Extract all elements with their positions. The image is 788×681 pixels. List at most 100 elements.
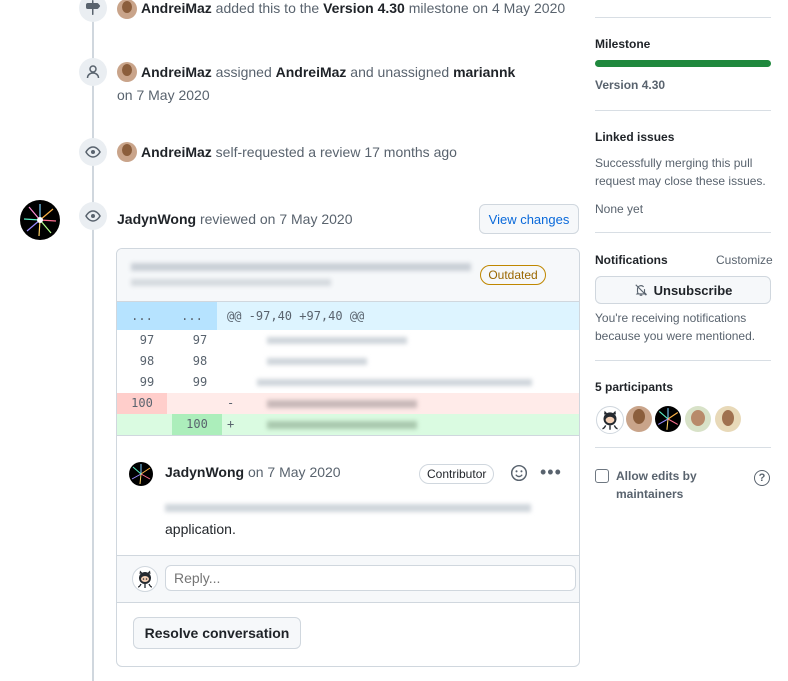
milestone-link[interactable]: Version 4.30 <box>595 78 665 92</box>
linked-issues-description: Successfully merging this pull request m… <box>595 156 766 188</box>
sidebar-divider <box>595 360 771 361</box>
reviewer-link[interactable]: JadynWong <box>117 211 196 227</box>
event-text: milestone on 4 May 2020 <box>404 0 566 16</box>
help-icon[interactable]: ? <box>754 470 770 486</box>
review-thread: Outdated ... ... @@ -97,40 +97,40 @@ 97 … <box>116 248 580 667</box>
review-badge <box>79 202 107 230</box>
comment-header: JadynWong on 7 May 2020 <box>165 464 341 480</box>
notifications-reason: You're receiving notifications because y… <box>595 311 756 343</box>
diff-line: 98 98 <box>117 351 579 372</box>
hunk-header: ... ... @@ -97,40 +97,40 @@ <box>117 302 579 330</box>
assignee-link[interactable]: AndreiMaz <box>276 64 347 80</box>
reviewer-avatar-image <box>23 204 57 237</box>
participant-avatar[interactable] <box>626 406 652 432</box>
code-redacted <box>267 400 417 408</box>
review-request-badge <box>79 138 107 166</box>
hunk-range: @@ -97,40 +97,40 @@ <box>227 309 365 323</box>
diff-sign: + <box>227 417 235 431</box>
diff-sign: - <box>227 396 235 410</box>
review-request-text: AndreiMaz self-requested a review 17 mon… <box>141 144 457 160</box>
event-text: reviewed on 7 May 2020 <box>196 211 353 227</box>
milestone-event-badge <box>79 0 107 22</box>
assign-event-date: on 7 May 2020 <box>117 87 210 103</box>
review-comment: JadynWong on 7 May 2020 Contributor ••• … <box>117 435 579 556</box>
hunk-expand-old[interactable]: ... <box>117 302 167 330</box>
unsubscribe-label: Unsubscribe <box>653 282 733 298</box>
reply-bar <box>117 555 579 603</box>
unassigned-link[interactable]: mariannk <box>453 64 515 80</box>
octocat-icon <box>137 570 153 588</box>
old-line-number[interactable]: 99 <box>122 372 172 393</box>
contributor-label: Contributor <box>419 464 495 484</box>
actor-link[interactable]: AndreiMaz <box>141 144 212 160</box>
assign-event-text: AndreiMaz assigned AndreiMaz and unassig… <box>141 64 515 80</box>
assign-event-badge <box>79 58 107 86</box>
file-header: Outdated <box>117 249 579 302</box>
eye-icon <box>85 146 101 158</box>
review-event-text: JadynWong reviewed on 7 May 2020 <box>117 211 353 227</box>
linked-issues-none: None yet <box>595 202 644 216</box>
avatar[interactable] <box>117 142 137 162</box>
view-changes-button[interactable]: View changes <box>479 204 579 234</box>
old-line-number[interactable]: 98 <box>122 351 172 372</box>
diff-line-deleted: 100 - <box>117 393 579 414</box>
code-redacted <box>267 421 417 429</box>
customize-link[interactable]: Customize <box>716 253 773 267</box>
bell-slash-icon <box>634 284 647 296</box>
participants-header: 5 participants <box>595 380 674 394</box>
notifications-header: Notifications <box>595 253 668 267</box>
new-line-number[interactable]: 99 <box>175 372 225 393</box>
participant-avatar[interactable] <box>715 406 741 432</box>
sidebar-divider <box>595 110 771 111</box>
event-text: assigned <box>211 64 276 80</box>
current-user-avatar[interactable] <box>132 566 158 592</box>
old-line-number[interactable]: 100 <box>117 393 167 414</box>
event-text: and unassigned <box>346 64 454 80</box>
resolve-conversation-button[interactable]: Resolve conversation <box>133 617 301 649</box>
allow-edits-checkbox[interactable] <box>595 469 609 483</box>
eye-icon <box>85 210 101 222</box>
participant-avatar[interactable] <box>655 406 681 432</box>
milestone-icon <box>86 0 101 15</box>
code-redacted <box>267 337 407 344</box>
sidebar-divider <box>595 17 771 18</box>
actor-link[interactable]: AndreiMaz <box>141 64 212 80</box>
milestone-progress-bar <box>595 60 771 67</box>
octocat-icon <box>602 410 618 430</box>
participant-avatar[interactable] <box>596 406 624 434</box>
hunk-expand-new[interactable]: ... <box>167 302 217 330</box>
reply-input[interactable] <box>165 565 576 591</box>
avatar[interactable] <box>117 0 137 19</box>
allow-edits-label[interactable]: Allow edits by maintainers <box>616 467 736 503</box>
participant-avatar[interactable] <box>685 406 711 432</box>
milestone-link[interactable]: Version 4.30 <box>323 0 405 16</box>
new-line-number[interactable]: 97 <box>175 330 225 351</box>
comment-author-link[interactable]: JadynWong <box>165 464 244 480</box>
old-line-number[interactable]: 97 <box>122 330 172 351</box>
event-text: added this to the <box>211 0 324 16</box>
milestone-header[interactable]: Milestone <box>595 37 650 51</box>
diff-line: 97 97 <box>117 330 579 351</box>
sidebar-divider <box>595 232 771 233</box>
unsubscribe-button[interactable]: Unsubscribe <box>595 276 771 304</box>
kebab-menu-icon[interactable]: ••• <box>540 462 562 483</box>
comment-date[interactable]: on 7 May 2020 <box>248 464 341 480</box>
person-icon <box>86 65 100 79</box>
comment-author-avatar-image <box>131 464 151 485</box>
sidebar-divider <box>595 447 771 448</box>
new-line-number[interactable]: 98 <box>175 351 225 372</box>
avatar[interactable] <box>117 62 137 82</box>
diff-line-added: 100 + <box>117 414 579 435</box>
code-redacted <box>267 358 367 365</box>
comment-author-avatar[interactable] <box>129 462 153 486</box>
reviewer-avatar[interactable] <box>20 200 60 240</box>
milestone-progress-fill <box>595 60 771 67</box>
comment-body: application. <box>165 521 236 537</box>
outdated-label: Outdated <box>480 265 546 285</box>
actor-link[interactable]: AndreiMaz <box>141 0 212 16</box>
new-line-number[interactable]: 100 <box>172 414 222 435</box>
linked-issues-header[interactable]: Linked issues <box>595 130 674 144</box>
comment-text-redacted <box>165 504 531 512</box>
add-reaction-icon[interactable] <box>510 464 528 482</box>
file-path-redacted <box>131 279 331 286</box>
